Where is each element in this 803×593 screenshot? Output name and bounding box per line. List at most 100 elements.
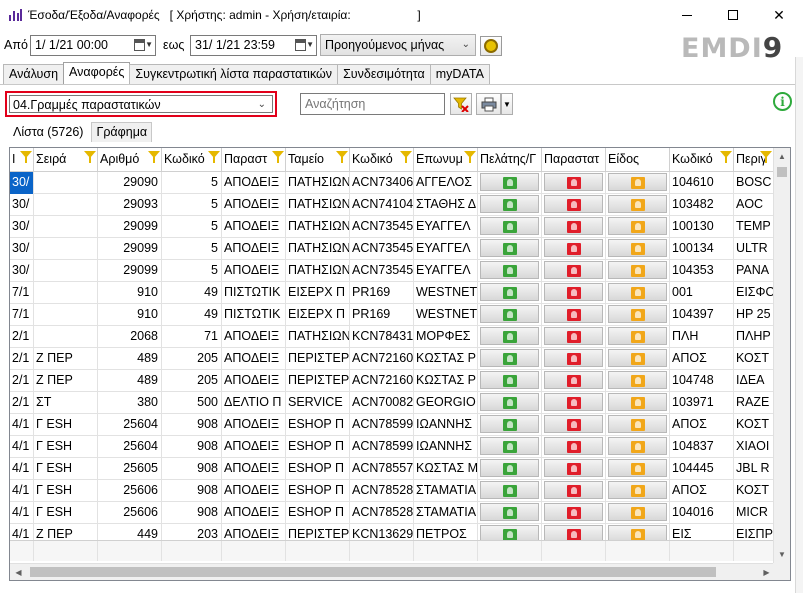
open-document-button[interactable] (544, 393, 603, 411)
table-row[interactable]: 4/1 Γ ESH 25606 908 ΑΠΟΔΕΙΞ ESHOP Π ACN78528 ΣΤ… (10, 480, 774, 502)
column-header[interactable]: Πελάτης/Γ (478, 148, 542, 172)
table-row[interactable]: 2/1 Ζ ΠΕΡ 489 205 ΑΠΟΔΕΙΞ ΠΕΡΙΣΤΕΡ ACN72160 ΚΩΣ… (10, 370, 774, 392)
table-cell[interactable]: JBL R (734, 458, 774, 480)
table-cell[interactable]: 4/1 (10, 458, 34, 480)
table-cell[interactable]: PANA (734, 260, 774, 282)
open-document-button[interactable] (544, 503, 603, 521)
table-cell[interactable]: PR169 (350, 304, 414, 326)
table-cell[interactable]: ΚΟΣΤ (734, 480, 774, 502)
table-cell[interactable]: ΑΠΟΔΕΙΞ (222, 502, 286, 524)
open-document-button[interactable] (544, 195, 603, 213)
table-cell[interactable]: 25604 (98, 436, 162, 458)
table-cell[interactable]: Γ ESH (34, 458, 98, 480)
filter-icon[interactable] (20, 151, 32, 163)
tab-connectivity[interactable]: Συνδεσιμότητα (337, 64, 431, 84)
table-cell[interactable]: ΠΙΣΤΩΤΙΚ (222, 304, 286, 326)
table-cell[interactable]: ΕΥΑΓΓΕΛ (414, 238, 478, 260)
table-cell[interactable]: 2068 (98, 326, 162, 348)
table-cell[interactable]: ΚΟΣΤ (734, 414, 774, 436)
open-customer-button[interactable] (480, 481, 539, 499)
table-row[interactable]: 4/1 Γ ESH 25606 908 ΑΠΟΔΕΙΞ ESHOP Π ACN78528 ΣΤ… (10, 502, 774, 524)
column-header[interactable]: Είδος (606, 148, 670, 172)
filter-icon[interactable] (464, 151, 476, 163)
table-cell[interactable]: ΠΕΡΙΣΤΕΡ (286, 348, 350, 370)
open-item-button[interactable] (608, 283, 667, 301)
table-cell[interactable]: 4/1 (10, 502, 34, 524)
table-row[interactable]: 30/29099 5 ΑΠΟΔΕΙΞ ΠΑΤΗΣΙΩΝ ACN73545 ΕΥΑΓΓΕΛ 1… (10, 260, 774, 282)
table-cell[interactable] (34, 304, 98, 326)
open-customer-button[interactable] (480, 415, 539, 433)
table-cell[interactable]: 489 (98, 348, 162, 370)
column-header[interactable]: Παραστ (222, 148, 286, 172)
table-cell[interactable]: Γ ESH (34, 414, 98, 436)
table-cell[interactable]: ACN78528 (350, 480, 414, 502)
table-cell[interactable]: ACN78557 (350, 458, 414, 480)
table-cell[interactable]: ΑΠΟΔΕΙΞ (222, 260, 286, 282)
table-cell[interactable]: 104445 (670, 458, 734, 480)
table-cell[interactable]: 71 (162, 326, 222, 348)
table-cell[interactable]: Ζ ΠΕΡ (34, 370, 98, 392)
table-cell[interactable]: PR169 (350, 282, 414, 304)
table-cell[interactable]: ΠΑΤΗΣΙΩΝ (286, 216, 350, 238)
table-cell[interactable]: 908 (162, 458, 222, 480)
open-document-button[interactable] (544, 283, 603, 301)
open-document-button[interactable] (544, 305, 603, 323)
tab-mydata[interactable]: myDATA (429, 64, 490, 84)
maximize-button[interactable] (710, 0, 756, 30)
column-header[interactable]: Περιγ (734, 148, 774, 172)
column-header[interactable]: Ι (10, 148, 34, 172)
table-cell[interactable]: 4/1 (10, 480, 34, 502)
column-header[interactable]: Επωνυμ (414, 148, 478, 172)
filter-icon[interactable] (400, 151, 412, 163)
scroll-left-icon[interactable]: ◀ (10, 564, 27, 580)
table-cell[interactable]: Γ ESH (34, 480, 98, 502)
table-cell[interactable]: MICR (734, 502, 774, 524)
table-cell[interactable]: ACN78599 (350, 414, 414, 436)
table-row[interactable]: 4/1 Γ ESH 25604 908 ΑΠΟΔΕΙΞ ESHOP Π ACN78599 ΙΩ… (10, 436, 774, 458)
table-cell[interactable]: 5 (162, 260, 222, 282)
column-header[interactable]: Αριθμό (98, 148, 162, 172)
table-cell[interactable]: 2/1 (10, 348, 34, 370)
scroll-down-icon[interactable]: ▼ (774, 546, 790, 563)
table-cell[interactable]: 205 (162, 348, 222, 370)
table-row[interactable]: 30/29099 5 ΑΠΟΔΕΙΞ ΠΑΤΗΣΙΩΝ ACN73545 ΕΥΑΓΓΕΛ 1… (10, 216, 774, 238)
table-cell[interactable]: ΠΛΗΡ (734, 326, 774, 348)
table-cell[interactable]: ΜΟΡΦΕΣ (414, 326, 478, 348)
table-cell[interactable]: ACN70082 (350, 392, 414, 414)
table-cell[interactable]: ΙΩΑΝΝΗΣ (414, 414, 478, 436)
table-cell[interactable]: 489 (98, 370, 162, 392)
table-cell[interactable]: XIAOI (734, 436, 774, 458)
open-item-button[interactable] (608, 503, 667, 521)
table-cell[interactable]: ΑΠΟΔΕΙΞ (222, 414, 286, 436)
open-customer-button[interactable] (480, 283, 539, 301)
table-cell[interactable]: ΑΠΟΔΕΙΞ (222, 480, 286, 502)
table-row[interactable]: 7/1 910 49 ΠΙΣΤΩΤΙΚ ΕΙΣΕΡΧ Π PR169 WESTNET 001 Ε… (10, 282, 774, 304)
table-cell[interactable]: ACN73545 (350, 216, 414, 238)
table-cell[interactable]: ESHOP Π (286, 480, 350, 502)
table-cell[interactable]: ESHOP Π (286, 502, 350, 524)
table-cell[interactable]: 908 (162, 480, 222, 502)
table-cell[interactable]: ULTR (734, 238, 774, 260)
filter-icon[interactable] (272, 151, 284, 163)
table-cell[interactable]: ΙΩΑΝΝΗΣ (414, 436, 478, 458)
table-cell[interactable]: ACN73545 (350, 260, 414, 282)
table-cell[interactable]: 25604 (98, 414, 162, 436)
open-item-button[interactable] (608, 195, 667, 213)
open-item-button[interactable] (608, 239, 667, 257)
calendar-icon[interactable] (295, 39, 306, 51)
filter-icon[interactable] (760, 151, 772, 163)
table-cell[interactable]: 2/1 (10, 370, 34, 392)
open-document-button[interactable] (544, 327, 603, 345)
table-cell[interactable]: ESHOP Π (286, 436, 350, 458)
table-cell[interactable]: 29090 (98, 172, 162, 194)
table-cell[interactable]: 5 (162, 238, 222, 260)
table-cell[interactable]: Ζ ΠΕΡ (34, 348, 98, 370)
open-item-button[interactable] (608, 459, 667, 477)
table-cell[interactable]: 910 (98, 304, 162, 326)
table-cell[interactable]: SERVICE (286, 392, 350, 414)
table-cell[interactable]: ΠΛΗ (670, 326, 734, 348)
table-cell[interactable]: 25605 (98, 458, 162, 480)
table-cell[interactable]: 380 (98, 392, 162, 414)
vertical-scroll-thumb[interactable] (777, 167, 787, 177)
table-cell[interactable]: 104353 (670, 260, 734, 282)
